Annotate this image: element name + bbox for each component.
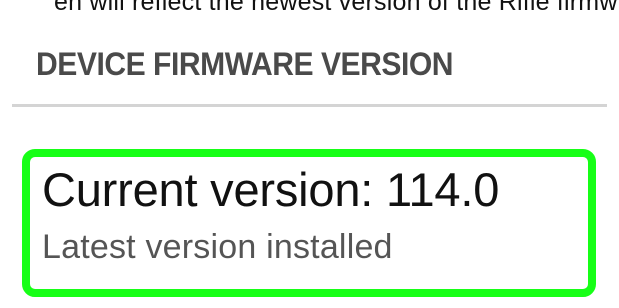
version-status-label: Latest version installed bbox=[42, 228, 393, 266]
current-version-label: Current version: 114.0 bbox=[42, 163, 500, 216]
section-title-device-firmware-version: DEVICE FIRMWARE VERSION bbox=[36, 46, 454, 82]
current-version-item[interactable]: Current version: 114.0 Latest version in… bbox=[22, 149, 596, 297]
section-divider bbox=[12, 104, 607, 107]
intro-text-fragment: en will reflect the newest version of th… bbox=[54, 0, 618, 16]
